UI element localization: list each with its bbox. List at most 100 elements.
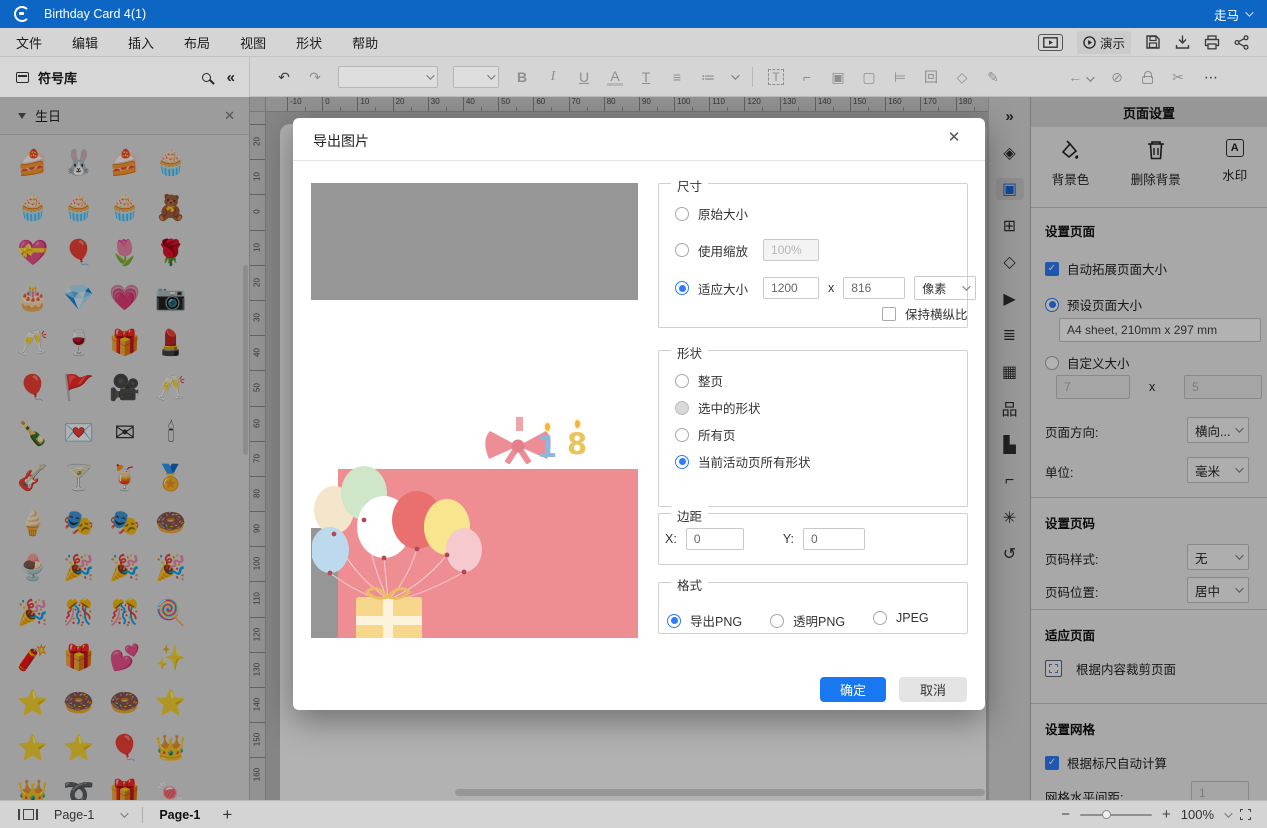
selected-shapes-option[interactable]: 选中的形状 bbox=[675, 398, 761, 417]
copy-style-icon[interactable]: ▢ bbox=[861, 69, 877, 86]
radio-unselected-icon[interactable] bbox=[675, 207, 689, 221]
search-icon[interactable] bbox=[202, 73, 211, 82]
original-size-option[interactable]: 原始大小 bbox=[675, 204, 748, 223]
margin-y-label: Y: bbox=[783, 532, 794, 546]
radio-unselected-icon[interactable] bbox=[675, 243, 689, 257]
text-box-icon[interactable]: T bbox=[768, 69, 784, 85]
radio-disabled-icon bbox=[675, 401, 689, 415]
zoom-level[interactable]: 100% bbox=[1181, 807, 1214, 822]
full-page-option[interactable]: 整页 bbox=[675, 371, 723, 390]
undo-icon[interactable]: ↶ bbox=[276, 69, 292, 86]
chevron-down-icon bbox=[426, 71, 434, 79]
fit-height-input[interactable] bbox=[843, 277, 905, 299]
user-name[interactable]: 走马 bbox=[1214, 5, 1239, 24]
zoom-in-button[interactable]: + bbox=[1162, 806, 1171, 823]
fit-size-option[interactable]: 适应大小 x 像素 bbox=[675, 276, 976, 300]
redo-icon[interactable]: ↷ bbox=[307, 69, 323, 86]
save-icon[interactable] bbox=[1145, 34, 1161, 50]
shape-legend: 形状 bbox=[671, 343, 708, 362]
radio-unselected-icon[interactable] bbox=[675, 374, 689, 388]
pixel-unit-select[interactable]: 像素 bbox=[914, 276, 976, 300]
ok-button[interactable]: 确定 bbox=[820, 677, 886, 702]
radio-unselected-icon[interactable] bbox=[675, 428, 689, 442]
radio-selected-icon[interactable] bbox=[667, 614, 681, 628]
page-selector[interactable]: Page-1 bbox=[54, 808, 126, 822]
fit-width-input[interactable] bbox=[763, 277, 819, 299]
checkbox-unchecked-icon[interactable] bbox=[882, 307, 896, 321]
pen-icon[interactable]: ✎ bbox=[985, 69, 1001, 86]
radio-unselected-icon[interactable] bbox=[873, 611, 887, 625]
menu-shape[interactable]: 形状 bbox=[296, 33, 322, 52]
align-shapes-icon[interactable]: ⊨ bbox=[892, 69, 908, 86]
margin-y-input[interactable] bbox=[803, 528, 865, 550]
menu-view[interactable]: 视图 bbox=[240, 33, 266, 52]
align-text-icon[interactable]: ≡ bbox=[669, 69, 685, 85]
add-page-button[interactable]: + bbox=[222, 805, 232, 825]
italic-icon[interactable]: I bbox=[545, 69, 561, 85]
print-icon[interactable] bbox=[1204, 35, 1220, 50]
font-size-select[interactable] bbox=[453, 66, 499, 88]
all-pages-option[interactable]: 所有页 bbox=[675, 425, 736, 444]
menu-help[interactable]: 帮助 bbox=[352, 33, 378, 52]
selected-shapes-label: 选中的形状 bbox=[698, 398, 761, 417]
status-bar: Page-1 Page-1 + − + 100% bbox=[0, 800, 1267, 828]
zoom-slider[interactable] bbox=[1080, 814, 1152, 816]
group-icon[interactable]: 回 bbox=[923, 67, 939, 87]
library-title: 符号库 bbox=[38, 68, 77, 87]
menu-edit[interactable]: 编辑 bbox=[72, 33, 98, 52]
zoom-slider-thumb[interactable] bbox=[1102, 810, 1111, 819]
font-family-select[interactable] bbox=[338, 66, 438, 88]
radio-selected-icon[interactable] bbox=[675, 281, 689, 295]
use-scale-option[interactable]: 使用缩放 bbox=[675, 239, 819, 261]
bold-icon[interactable]: B bbox=[514, 69, 530, 85]
zoom-out-button[interactable]: − bbox=[1061, 806, 1070, 823]
clear-style-icon[interactable]: ⊘ bbox=[1109, 69, 1125, 86]
close-dialog-icon[interactable]: ✕ bbox=[943, 128, 965, 146]
jpeg-option[interactable]: JPEG bbox=[873, 611, 929, 625]
list-style-icon[interactable]: ≔ bbox=[700, 69, 716, 86]
chevron-down-icon[interactable] bbox=[1224, 809, 1232, 817]
export-png-label: 导出PNG bbox=[690, 611, 742, 630]
full-page-label: 整页 bbox=[698, 371, 723, 390]
text-effect-icon[interactable]: T bbox=[638, 69, 654, 85]
toolbar-divider bbox=[752, 67, 753, 87]
account-menu[interactable]: 走马 bbox=[1214, 5, 1251, 24]
radio-unselected-icon[interactable] bbox=[770, 614, 784, 628]
menu-items: 文件 编辑 插入 布局 视图 形状 帮助 bbox=[0, 33, 378, 52]
margin-x-input[interactable] bbox=[686, 528, 744, 550]
fit-screen-icon[interactable] bbox=[1240, 809, 1251, 820]
export-png-option[interactable]: 导出PNG bbox=[667, 611, 742, 630]
chevron-down-icon bbox=[1086, 73, 1094, 81]
page-tab[interactable]: Page-1 bbox=[159, 808, 200, 822]
lock-icon[interactable] bbox=[1142, 76, 1153, 84]
library-icon bbox=[16, 72, 29, 83]
collapse-panel-icon[interactable]: « bbox=[227, 69, 235, 86]
app-logo-icon bbox=[14, 6, 30, 22]
margin-legend: 边距 bbox=[671, 506, 708, 525]
bring-to-front-icon[interactable]: ▣ bbox=[830, 69, 846, 86]
keep-ratio-option[interactable]: 保持横纵比 bbox=[882, 304, 968, 323]
fill-color-icon[interactable]: ◇ bbox=[954, 69, 970, 86]
menu-insert[interactable]: 插入 bbox=[128, 33, 154, 52]
radio-selected-icon[interactable] bbox=[675, 455, 689, 469]
tools-icon[interactable]: ✂ bbox=[1170, 69, 1186, 86]
pages-overview-icon[interactable] bbox=[18, 809, 38, 820]
format-toolbar: 符号库 « ↶ ↷ B I U A T ≡ ≔ T ⌐ ▣ ▢ ⊨ 回 ◇ ✎ … bbox=[0, 57, 1267, 97]
font-color-icon[interactable]: A bbox=[607, 69, 623, 86]
present-button[interactable]: 演示 bbox=[1077, 31, 1131, 54]
scale-value-input[interactable] bbox=[763, 239, 819, 261]
active-page-shapes-option[interactable]: 当前活动页所有形状 bbox=[675, 452, 811, 471]
connector-icon[interactable]: ⌐ bbox=[799, 69, 815, 85]
menu-file[interactable]: 文件 bbox=[16, 33, 42, 52]
cancel-button[interactable]: 取消 bbox=[899, 677, 967, 702]
line-style-icon[interactable]: ← bbox=[1068, 69, 1092, 85]
underline-icon[interactable]: U bbox=[576, 69, 592, 85]
chevron-down-icon[interactable] bbox=[731, 71, 739, 79]
fullscreen-present-icon[interactable] bbox=[1038, 34, 1063, 51]
menu-layout[interactable]: 布局 bbox=[184, 33, 210, 52]
balloons-gift-graphic bbox=[312, 465, 482, 638]
more-options-icon[interactable]: ⋯ bbox=[1203, 69, 1219, 86]
download-icon[interactable] bbox=[1175, 34, 1190, 50]
share-icon[interactable] bbox=[1234, 35, 1249, 50]
transparent-png-option[interactable]: 透明PNG bbox=[770, 611, 845, 630]
